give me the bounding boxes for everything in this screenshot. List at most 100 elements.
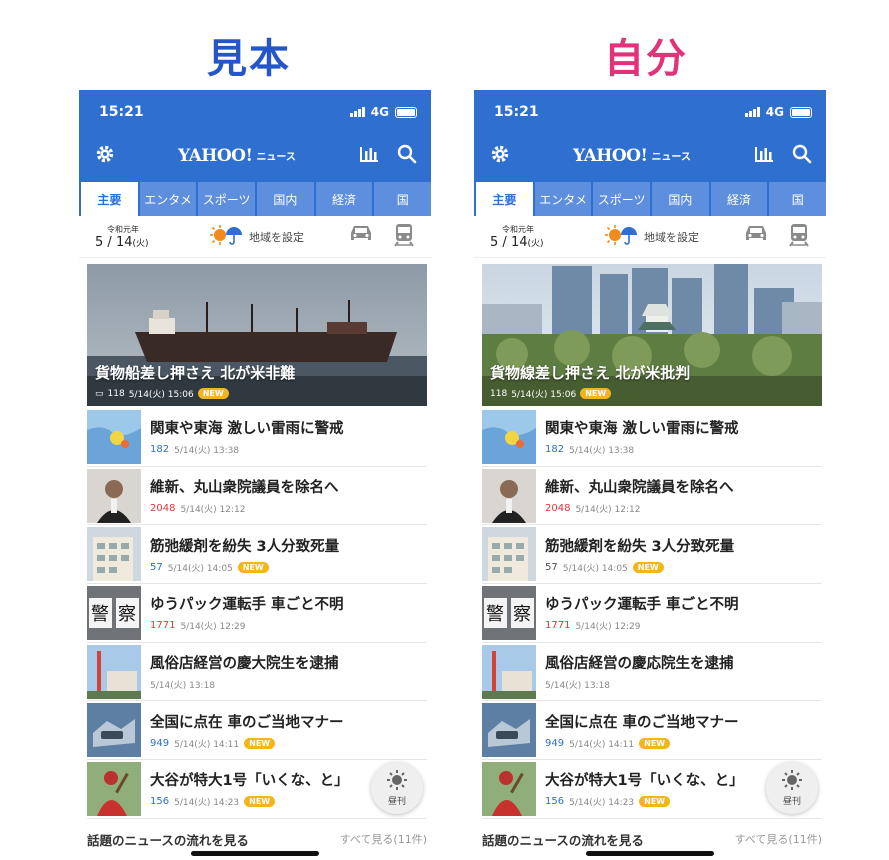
timestamp: 5/14(火) 15:06 [511, 390, 577, 400]
see-all-link[interactable]: すべて見る(11件) [340, 831, 427, 847]
new-badge: NEW [580, 388, 612, 399]
top-story[interactable]: 貨物線差し押さえ 北が米批判 118 5/14(火) 15:06 NEW [482, 264, 822, 406]
list-item[interactable]: 風俗店経営の慶応院生を逮捕 5/14(火) 13:18 [482, 643, 822, 702]
article-title: 関東や東海 激しい雷雨に警戒 [545, 421, 739, 438]
new-badge: NEW [237, 561, 269, 573]
list-item[interactable]: 全国に点在 車のご当地マナー 949 5/14(火) 14:11 NEW [87, 701, 427, 761]
region-label: 地域を設定 [249, 230, 304, 244]
police-sign-thumbnail: 警察 [87, 585, 141, 640]
comment-count: 156 [150, 796, 170, 808]
tab-economy[interactable]: 経済 [315, 182, 373, 216]
svg-text:察: 察 [513, 604, 531, 625]
article-title: 風俗店経営の慶大院生を逮捕 [150, 656, 339, 673]
gear-icon[interactable] [95, 144, 115, 168]
train-icon[interactable] [393, 223, 415, 251]
tab-international[interactable]: 国 [769, 182, 826, 216]
tab-international[interactable]: 国 [374, 182, 431, 216]
ranking-icon[interactable] [754, 145, 774, 167]
article-title: ゆうパック運転手 車ごと不明 [150, 597, 344, 614]
tab-sports[interactable]: スポーツ [198, 182, 256, 216]
top-story[interactable]: 貨物船差し押さえ 北が米非難 ▭ 118 5/14(火) 15:06 NEW [87, 264, 427, 406]
comment-count: 57 [545, 561, 558, 573]
baseball-thumbnail [87, 761, 141, 816]
car-map-thumbnail [482, 703, 536, 758]
weather-map-thumbnail [482, 409, 536, 464]
comment-count: 2048 [150, 503, 176, 515]
era-label: 令和元年 [107, 224, 139, 234]
weather-bar: 令和元年 5 / 14(火) 地域を設定 [79, 216, 431, 258]
comment-count: 118 [490, 388, 508, 399]
trending-section: 話題のニュースの流れを見る すべて見る(11件) [482, 828, 822, 850]
car-map-thumbnail [87, 703, 141, 758]
top-story-title: 貨物線差し押さえ 北が米批判 [490, 364, 691, 382]
list-item[interactable]: 関東や東海 激しい雷雨に警戒 182 5/14(火) 13:38 [482, 408, 822, 467]
network-label: 4G [765, 105, 784, 119]
home-indicator[interactable] [191, 851, 319, 856]
region-setting[interactable]: 地域を設定 [604, 224, 744, 249]
timestamp: 5/14(火) 14:11 [569, 739, 635, 750]
see-all-link[interactable]: すべて見る(11件) [735, 831, 822, 847]
comment-count: 949 [150, 737, 170, 749]
timestamp: 5/14(火) 14:05 [562, 563, 628, 574]
article-title: 全国に点在 車のご当地マナー [150, 714, 344, 731]
ranking-icon[interactable] [359, 145, 379, 167]
police-sign-thumbnail: 警察 [482, 585, 536, 640]
month: 5 [490, 234, 499, 250]
list-item[interactable]: 維新、丸山衆院議員を除名へ 2048 5/14(火) 12:12 [482, 467, 822, 526]
article-list: 関東や東海 激しい雷雨に警戒 182 5/14(火) 13:38 維新、丸山衆院議… [87, 408, 427, 819]
timestamp: 5/14(火) 14:23 [174, 798, 240, 809]
article-title: 筋弛緩剤を紛失 3人分致死量 [150, 538, 340, 555]
timestamp: 5/14(火) 14:23 [569, 798, 635, 809]
day: 14 [510, 234, 528, 250]
region-label: 地域を設定 [644, 230, 699, 244]
day: 14 [115, 234, 133, 250]
daily-edition-button[interactable]: 昼刊 [371, 762, 423, 814]
svg-text:警: 警 [91, 604, 109, 625]
tab-entertainment[interactable]: エンタメ [139, 182, 197, 216]
status-bar: 15:21 4G [474, 90, 826, 134]
tab-sports[interactable]: スポーツ [593, 182, 651, 216]
article-title: ゆうパック運転手 車ごと不明 [545, 597, 739, 614]
tab-domestic[interactable]: 国内 [652, 182, 709, 216]
timestamp: 5/14(火) 13:38 [569, 446, 635, 457]
article-title: 維新、丸山衆院議員を除名へ [150, 480, 339, 497]
tab-main[interactable]: 主要 [476, 182, 533, 216]
list-item[interactable]: 筋弛緩剤を紛失 3人分致死量 57 5/14(火) 14:05 NEW [87, 525, 427, 585]
list-item[interactable]: 警察 ゆうパック運転手 車ごと不明 1771 5/14(火) 12:29 [482, 584, 822, 643]
fab-label: 昼刊 [782, 797, 801, 807]
car-icon[interactable] [349, 223, 373, 251]
timestamp: 5/14(火) 13:18 [150, 681, 216, 692]
search-icon[interactable] [792, 144, 812, 168]
network-label: 4G [370, 105, 389, 119]
status-indicators: 4G [744, 105, 812, 119]
panel-heading-left: 見本 [207, 36, 291, 82]
train-icon[interactable] [788, 223, 810, 251]
status-bar: 15:21 4G [79, 90, 431, 134]
status-indicators: 4G [349, 105, 417, 119]
gear-icon[interactable] [490, 144, 510, 168]
tab-main[interactable]: 主要 [81, 182, 138, 216]
tab-domestic[interactable]: 国内 [257, 182, 314, 216]
comment-count: 2048 [545, 503, 571, 515]
list-item[interactable]: 風俗店経営の慶大院生を逮捕 5/14(火) 13:18 [87, 643, 427, 702]
region-setting[interactable]: 地域を設定 [209, 224, 349, 249]
car-icon[interactable] [744, 223, 768, 251]
tab-entertainment[interactable]: エンタメ [534, 182, 592, 216]
article-title: 大谷が特大1号「いくな、と」 [150, 773, 349, 790]
tab-economy[interactable]: 経済 [710, 182, 768, 216]
list-item[interactable]: 維新、丸山衆院議員を除名へ 2048 5/14(火) 12:12 [87, 467, 427, 526]
sun-umbrella-icon [209, 224, 243, 249]
home-indicator[interactable] [586, 851, 714, 856]
list-item[interactable]: 全国に点在 車のご当地マナー 949 5/14(火) 14:11 NEW [482, 701, 822, 761]
list-item[interactable]: 筋弛緩剤を紛失 3人分致死量 57 5/14(火) 14:05 NEW [482, 525, 822, 585]
sun-icon [781, 769, 803, 794]
logo-news-text: ニュース [651, 152, 691, 163]
list-item[interactable]: 関東や東海 激しい雷雨に警戒 182 5/14(火) 13:38 [87, 408, 427, 467]
daily-edition-button[interactable]: 昼刊 [766, 762, 818, 814]
list-item[interactable]: 警察 ゆうパック運転手 車ごと不明 1771 5/14(火) 12:29 [87, 584, 427, 643]
logo-news-text: ニュース [256, 152, 296, 163]
yahoo-news-logo[interactable]: YAHOO! ニュース [573, 146, 691, 166]
search-icon[interactable] [397, 144, 417, 168]
new-badge: NEW [632, 561, 664, 573]
yahoo-news-logo[interactable]: YAHOO! ニュース [178, 146, 296, 166]
